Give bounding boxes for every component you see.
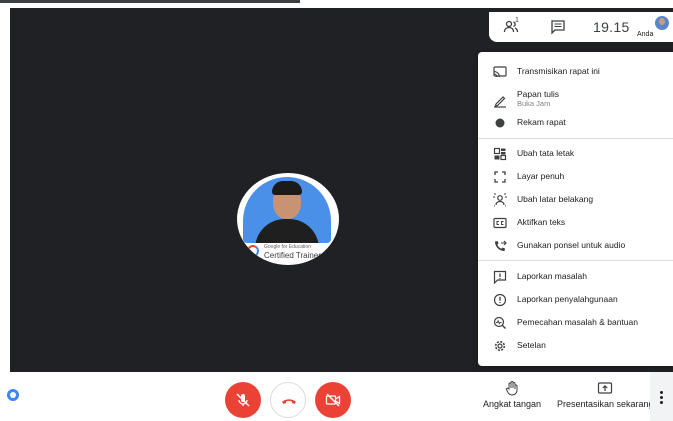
google-education-logo-icon <box>247 245 259 257</box>
user-avatar[interactable] <box>655 16 669 30</box>
menu-divider <box>478 260 673 261</box>
cast-icon <box>493 66 507 78</box>
feedback-icon <box>493 270 507 284</box>
raise-hand-button[interactable]: Angkat tangan <box>483 380 541 409</box>
report-icon <box>493 293 507 307</box>
present-now-label: Presentasikan sekarang <box>557 399 654 409</box>
more-options-menu: Transmisikan rapat ini Papan tulis Buka … <box>478 52 673 366</box>
layout-icon <box>493 147 507 161</box>
user-name: Anda <box>637 31 654 38</box>
meeting-stage: Google for Education Certified Trainer 1… <box>0 0 673 372</box>
meeting-info-icon[interactable] <box>7 389 19 401</box>
participants-count: 1 <box>515 17 519 24</box>
fullscreen-icon <box>494 171 506 183</box>
menu-item-label: Laporkan penyalahgunaan <box>517 294 618 304</box>
participant-avatar: Google for Education Certified Trainer <box>237 173 339 265</box>
menu-item-change-background[interactable]: Ubah latar belakang <box>478 189 673 211</box>
menu-item-record-meeting[interactable]: Rekam rapat <box>478 112 673 134</box>
menu-item-label: Laporkan masalah <box>517 271 587 281</box>
raise-hand-label: Angkat tangan <box>483 399 542 409</box>
settings-icon <box>494 340 506 352</box>
certificate-main-text: Certified Trainer <box>264 251 321 260</box>
menu-item-settings[interactable]: Setelan <box>478 335 673 357</box>
menu-item-phone-audio[interactable]: Gunakan ponsel untuk audio <box>478 235 673 257</box>
menu-item-label: Papan tulis <box>517 89 560 99</box>
meeting-clock: 19.15 <box>593 19 630 35</box>
hand-icon <box>505 381 518 396</box>
troubleshoot-icon <box>493 316 506 329</box>
menu-item-label: Aktifkan teks <box>517 217 566 227</box>
camera-off-button[interactable] <box>315 382 351 418</box>
menu-item-label: Transmisikan rapat ini <box>517 66 600 76</box>
menu-item-cast-meeting[interactable]: Transmisikan rapat ini <box>478 61 673 83</box>
pen-icon <box>494 96 506 108</box>
background-icon <box>493 193 507 207</box>
bottom-control-bar: Angkat tangan Presentasikan sekarang <box>0 372 673 421</box>
phone-forward-icon <box>495 240 507 251</box>
menu-divider <box>478 138 673 139</box>
menu-item-troubleshoot-help[interactable]: Pemecahan masalah & bantuan <box>478 312 673 334</box>
present-now-button[interactable]: Presentasikan sekarang <box>557 380 654 409</box>
microphone-off-button[interactable] <box>225 382 261 418</box>
menu-item-label: Ubah latar belakang <box>517 194 594 204</box>
menu-item-label: Gunakan ponsel untuk audio <box>517 240 626 250</box>
captions-icon <box>493 217 507 229</box>
camera-off-icon <box>325 393 341 407</box>
record-icon <box>495 118 505 128</box>
top-strip <box>0 0 673 8</box>
menu-item-enable-captions[interactable]: Aktifkan teks <box>478 212 673 234</box>
menu-item-report-abuse[interactable]: Laporkan penyalahgunaan <box>478 289 673 311</box>
menu-item-label: Pemecahan masalah & bantuan <box>517 317 638 327</box>
menu-item-label: Rekam rapat <box>517 117 566 127</box>
menu-item-fullscreen[interactable]: Layar penuh <box>478 166 673 188</box>
end-call-button[interactable] <box>270 382 306 418</box>
hang-up-icon <box>282 399 296 404</box>
more-vert-icon <box>660 391 663 394</box>
menu-item-report-problem[interactable]: Laporkan masalah <box>478 266 673 288</box>
mic-off-icon <box>236 393 250 407</box>
top-info-bar: 1 19.15 Anda <box>489 12 673 42</box>
more-options-button[interactable] <box>650 372 673 421</box>
menu-item-change-layout[interactable]: Ubah tata letak <box>478 143 673 165</box>
menu-item-label: Setelan <box>517 340 546 350</box>
menu-item-label: Layar penuh <box>517 171 565 181</box>
certificate-small-text: Google for Education <box>264 244 311 250</box>
chat-icon[interactable] <box>550 19 566 35</box>
avatar-photo <box>243 177 331 243</box>
menu-item-sublabel: Buka Jam <box>517 99 551 108</box>
menu-item-label: Ubah tata letak <box>517 148 575 158</box>
present-screen-icon <box>598 382 613 394</box>
